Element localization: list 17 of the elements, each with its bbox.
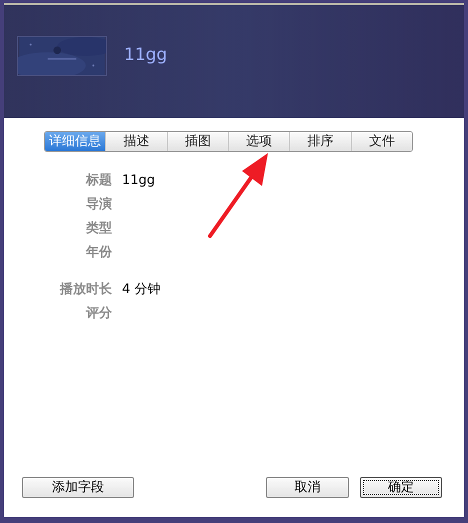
- field-value: 11gg: [122, 172, 156, 190]
- cancel-button[interactable]: 取消: [266, 477, 349, 498]
- tab[interactable]: 文件: [350, 132, 412, 151]
- field-label: 播放时长: [58, 280, 112, 299]
- add-field-button[interactable]: 添加字段: [22, 477, 134, 498]
- field-label: 类型: [84, 220, 112, 238]
- tab[interactable]: 选项: [228, 132, 290, 151]
- ok-button[interactable]: 确定: [360, 477, 442, 498]
- tab[interactable]: 插图: [166, 132, 228, 151]
- tab[interactable]: 排序: [289, 132, 351, 151]
- tab[interactable]: 描述: [105, 132, 167, 151]
- media-title: 11gg: [124, 44, 168, 67]
- field-label: 导演: [85, 196, 112, 214]
- field-label: 评分: [84, 304, 112, 323]
- field-label: 标题: [84, 172, 112, 190]
- field-value: 4 分钟: [122, 280, 160, 299]
- field-label: 年份: [84, 244, 112, 262]
